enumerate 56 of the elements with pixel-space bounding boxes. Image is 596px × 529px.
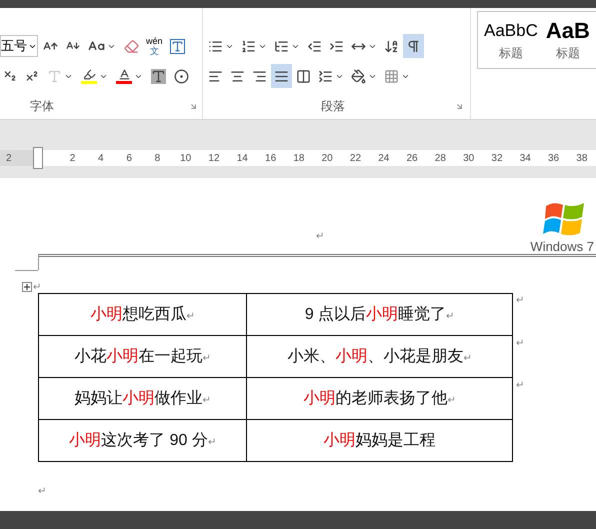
ruler-number: 10 (179, 152, 192, 166)
ruler-number: 38 (575, 152, 588, 166)
line-spacing-icon (318, 68, 333, 84)
paragraph-mark: ↵ (316, 230, 324, 244)
paragraph-mark: ↵ (38, 485, 46, 499)
ruler-number: 32 (490, 152, 504, 166)
ruler-number: 12 (207, 152, 221, 166)
table-cell: 小明妈妈是工程 (247, 420, 513, 462)
logo-text: Windows 7 (530, 240, 594, 254)
table-move-handle-icon[interactable] (22, 282, 32, 292)
dialog-launcher-icon[interactable] (455, 102, 464, 110)
ruler-number: 14 (236, 152, 249, 166)
indent-marker-icon[interactable] (33, 147, 43, 169)
highlighter-icon (81, 68, 97, 84)
paint-bucket-icon (351, 68, 366, 84)
table-cell: 小明想吃西瓜↵ (39, 294, 247, 336)
ruler-number: 6 (125, 152, 133, 166)
table-cell: 妈妈让小明做作业↵ (39, 378, 247, 420)
style-item[interactable]: AaBbC 标题 (484, 12, 538, 68)
dialog-launcher-icon[interactable] (189, 102, 198, 110)
ruler-number: 18 (292, 152, 306, 166)
ruler-number: 26 (406, 152, 419, 166)
ruler-number: 22 (348, 152, 362, 166)
table-cell: 小米、小明、小花是朋友↵ (247, 336, 513, 378)
ruler-number: 34 (518, 152, 532, 166)
ruler-number: 2 (68, 152, 76, 166)
ruler-number: 2 (0, 150, 36, 166)
ruler-number: 16 (264, 152, 278, 166)
font-size-field[interactable]: 五号 (0, 35, 38, 57)
ruler-number: 4 (97, 152, 105, 166)
row-end-mark: ↵ (516, 337, 524, 351)
align-icon[interactable] (271, 64, 292, 88)
paragraph-mark: ↵ (33, 280, 41, 294)
table-cell: 小花小明在一起玩↵ (39, 336, 247, 378)
multilevel-list-icon (274, 38, 289, 54)
group-label: 字体 (30, 98, 54, 115)
table-cell: 小明这次考了 90 分↵ (39, 420, 247, 462)
numbered-list-icon (241, 38, 256, 54)
ruler-number: 24 (377, 152, 390, 166)
grid-icon (384, 68, 399, 84)
ruler-number: 36 (546, 152, 560, 166)
style-item[interactable]: AaB 标题 (546, 12, 590, 68)
ruler-number: 20 (320, 152, 334, 166)
font-color-icon (116, 68, 132, 84)
ruler-number: 28 (434, 152, 447, 166)
ruler-number: 30 (462, 152, 476, 166)
show-marks-icon[interactable] (403, 34, 424, 58)
ruler-number: 8 (154, 152, 162, 166)
letter-icon (47, 68, 62, 84)
table-cell: 9 点以后小明睡觉了↵ (247, 294, 513, 336)
row-end-mark: ↵ (516, 379, 524, 393)
bullet-list-icon (208, 38, 223, 54)
table-cell: 小明的老师表扬了他↵ (247, 378, 513, 420)
group-label: 段落 (321, 98, 345, 115)
row-end-mark: ↵ (516, 294, 524, 308)
phonetic-guide-button[interactable]: wén 文 (144, 36, 165, 56)
